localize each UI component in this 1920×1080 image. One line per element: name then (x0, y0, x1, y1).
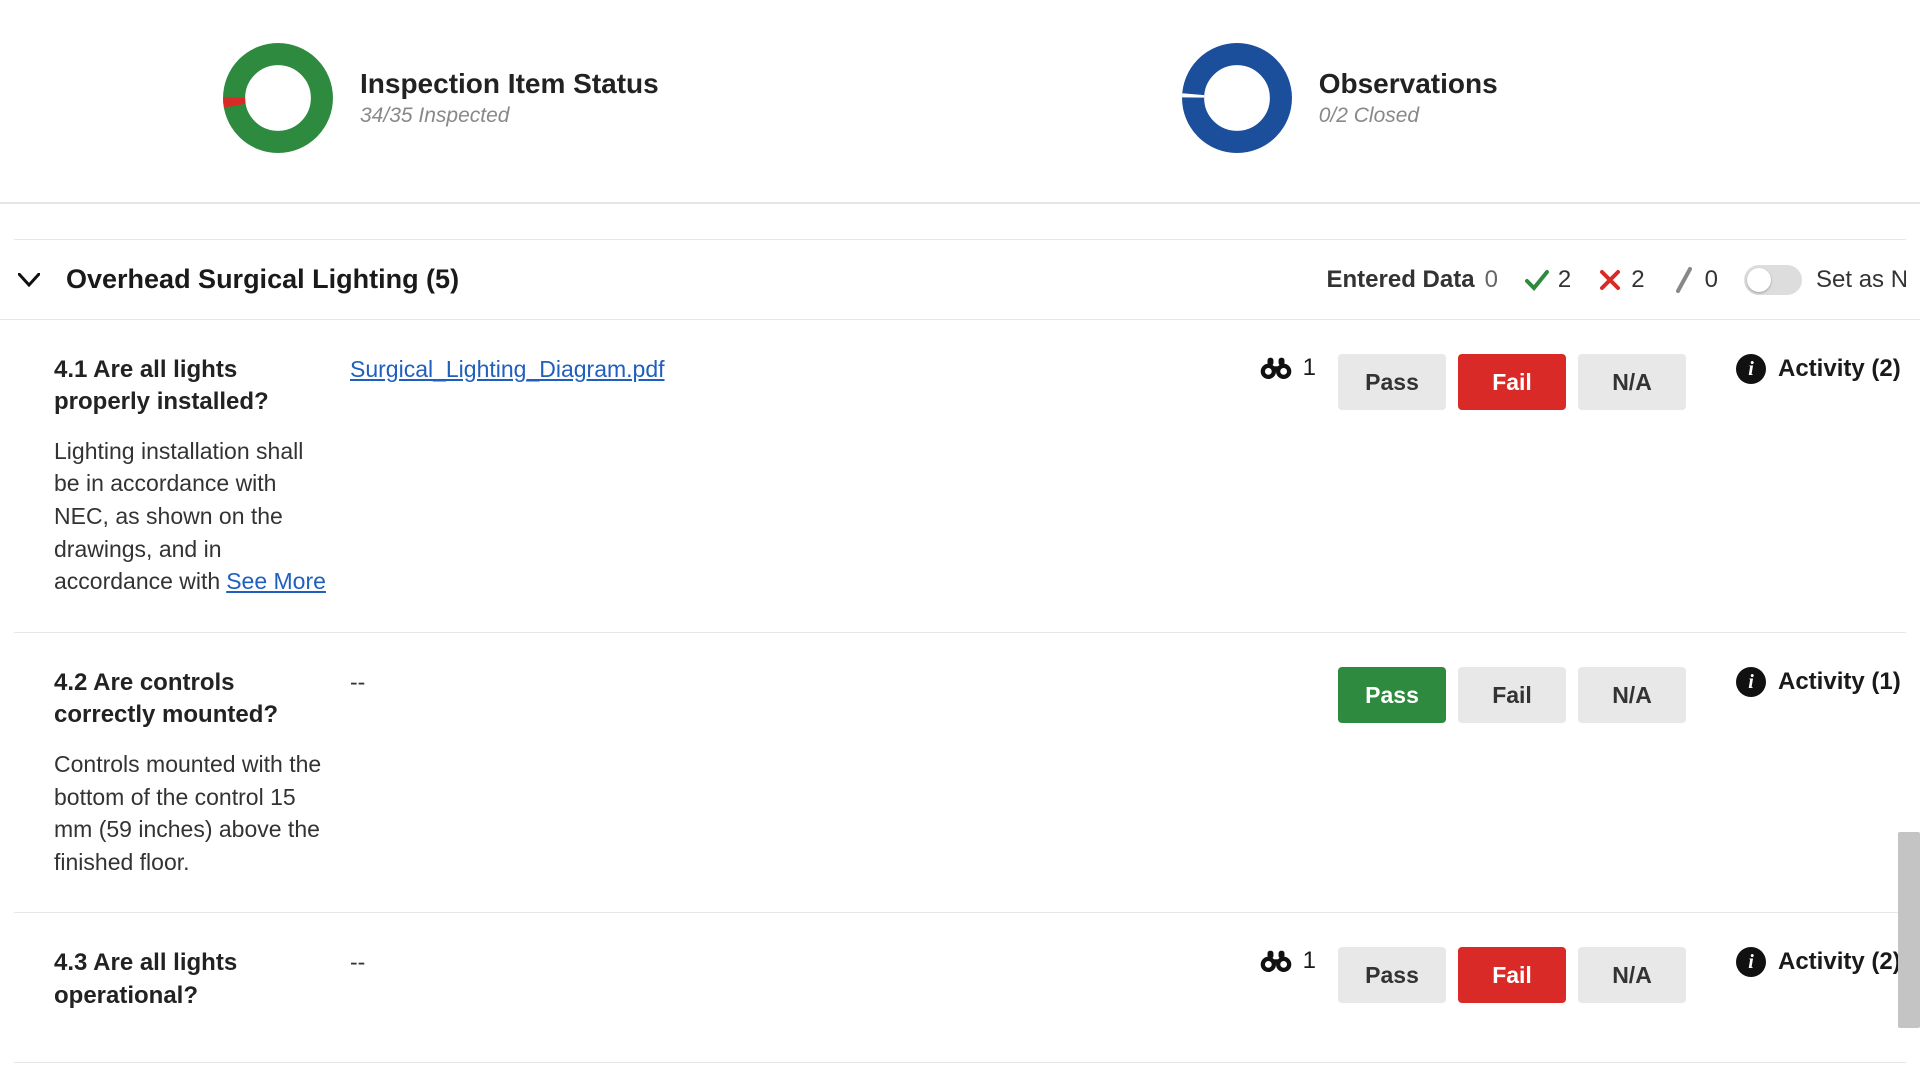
item-question: 4.3 Are all lights operational? (54, 947, 330, 1012)
inspection-item-row: 4.2 Are controls correctly mounted? Cont… (14, 633, 1906, 913)
inspection-status-block: Inspection Item Status 34/35 Inspected (220, 40, 659, 156)
see-more-link[interactable]: See More (226, 568, 326, 594)
result-button-group: Pass Fail N/A (1338, 947, 1686, 1003)
observations-status-subtitle: 0/2 Closed (1319, 104, 1498, 128)
result-button-group: Pass Fail N/A (1338, 354, 1686, 410)
slash-icon (1671, 267, 1697, 293)
pass-count-stat: 2 (1524, 266, 1571, 294)
check-icon (1524, 267, 1550, 293)
fail-button[interactable]: Fail (1458, 667, 1566, 723)
section-title: Overhead Surgical Lighting (5) (66, 264, 1327, 295)
item-question: 4.1 Are all lights properly installed? (54, 354, 330, 419)
inspection-item-row: 4.1 Are all lights properly installed? L… (14, 320, 1906, 633)
observation-count[interactable]: 1 (1259, 354, 1316, 382)
activity-link[interactable]: i Activity (2) (1736, 354, 1906, 384)
info-icon: i (1736, 947, 1766, 977)
inspection-donut-icon (220, 40, 336, 156)
item-description: Lighting installation shall be in accord… (54, 435, 330, 598)
attachment-placeholder: -- (350, 669, 365, 695)
info-icon: i (1736, 354, 1766, 384)
observations-status-block: Observations 0/2 Closed (1179, 40, 1498, 156)
item-question: 4.2 Are controls correctly mounted? (54, 667, 330, 732)
na-button[interactable]: N/A (1578, 354, 1686, 410)
activity-link[interactable]: i Activity (2) (1736, 947, 1906, 977)
fail-button[interactable]: Fail (1458, 354, 1566, 410)
status-strip: Inspection Item Status 34/35 Inspected O… (0, 0, 1920, 204)
na-button[interactable]: N/A (1578, 667, 1686, 723)
x-icon (1597, 267, 1623, 293)
result-button-group: Pass Fail N/A (1338, 667, 1686, 723)
observations-donut-icon (1179, 40, 1295, 156)
set-as-na-toggle[interactable] (1744, 265, 1802, 295)
inspection-status-subtitle: 34/35 Inspected (360, 104, 659, 128)
attachment-placeholder: -- (350, 949, 365, 975)
pass-button[interactable]: Pass (1338, 667, 1446, 723)
observations-status-title: Observations (1319, 68, 1498, 100)
inspection-item-row: 4.3 Are all lights operational? -- 1 Pas… (14, 913, 1906, 1063)
info-icon: i (1736, 667, 1766, 697)
section-header[interactable]: Overhead Surgical Lighting (5) Entered D… (0, 240, 1920, 320)
pass-button[interactable]: Pass (1338, 354, 1446, 410)
scrollbar-thumb[interactable] (1898, 832, 1920, 1028)
spacer (14, 204, 1906, 240)
pass-button[interactable]: Pass (1338, 947, 1446, 1003)
na-count-stat: 0 (1671, 266, 1718, 294)
binoculars-icon (1259, 948, 1293, 974)
activity-link[interactable]: i Activity (1) (1736, 667, 1906, 697)
na-button[interactable]: N/A (1578, 947, 1686, 1003)
attachment-link[interactable]: Surgical_Lighting_Diagram.pdf (350, 356, 665, 382)
item-description: Controls mounted with the bottom of the … (54, 748, 330, 879)
binoculars-icon (1259, 355, 1293, 381)
fail-button[interactable]: Fail (1458, 947, 1566, 1003)
chevron-down-icon[interactable] (14, 265, 44, 295)
set-as-na-label: Set as N (1816, 266, 1906, 294)
inspection-status-title: Inspection Item Status (360, 68, 659, 100)
entered-data-stat: Entered Data 0 (1327, 266, 1498, 294)
fail-count-stat: 2 (1597, 266, 1644, 294)
observation-count[interactable]: 1 (1259, 947, 1316, 975)
